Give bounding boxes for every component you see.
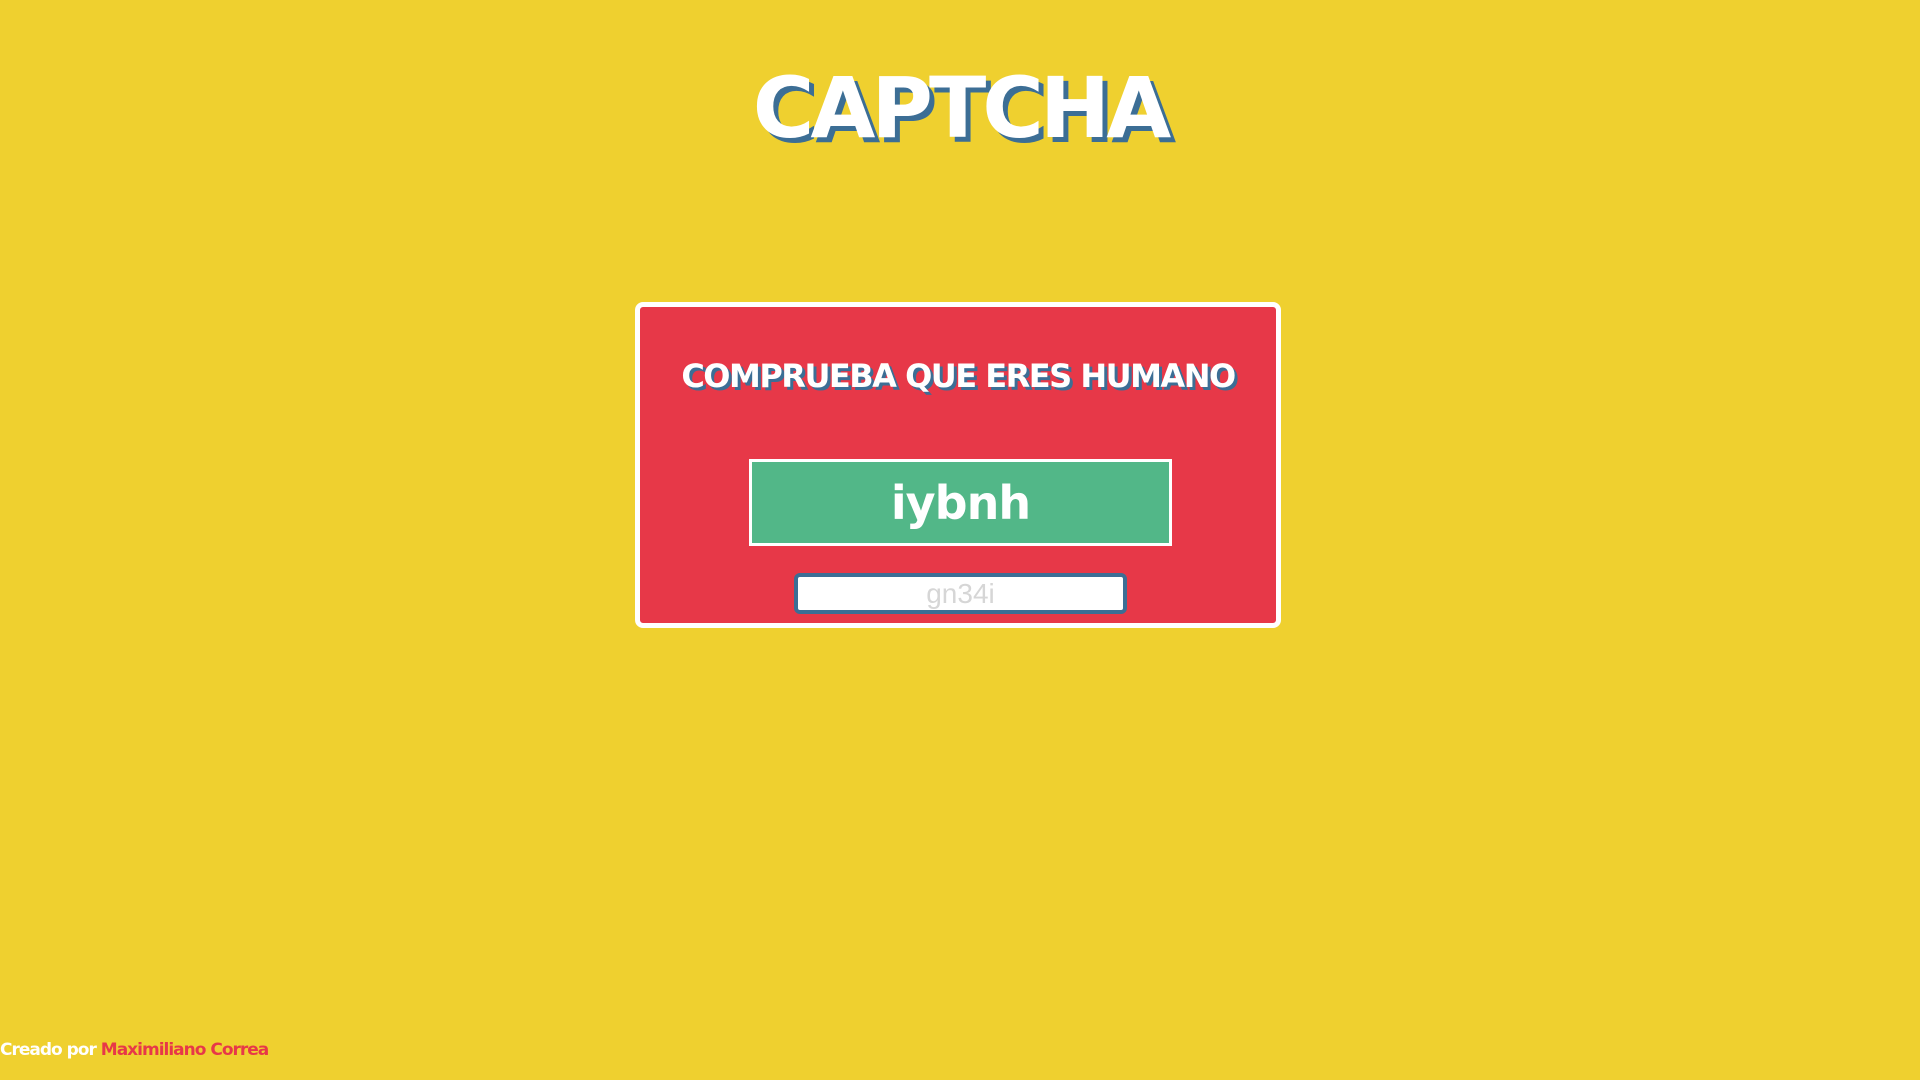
captcha-card: COMPRUEBA QUE ERES HUMANO iybnh xyxy=(635,302,1281,628)
captcha-code-box: iybnh xyxy=(749,459,1172,546)
footer-credit: Creado por Maximiliano Correa xyxy=(0,1040,269,1060)
captcha-answer-input[interactable] xyxy=(794,573,1127,614)
author-link[interactable]: Maximiliano Correa xyxy=(101,1040,269,1060)
captcha-heading: COMPRUEBA QUE ERES HUMANO xyxy=(681,357,1236,395)
page-title: CAPTCHA xyxy=(752,59,1171,157)
captcha-code: iybnh xyxy=(890,475,1031,530)
footer-prefix: Creado por xyxy=(0,1040,97,1060)
